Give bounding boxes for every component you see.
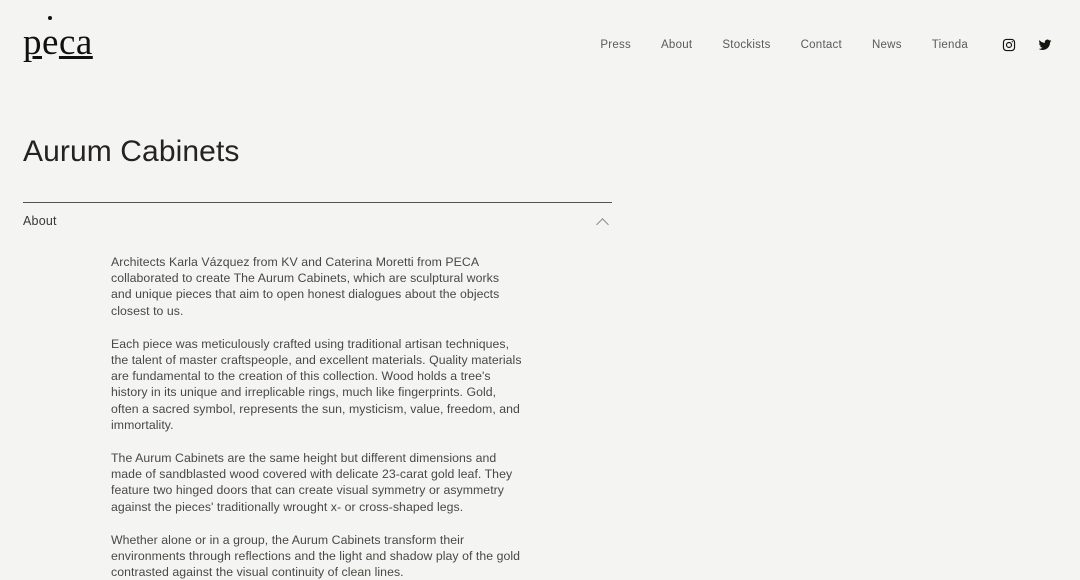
accordion-label: About bbox=[23, 214, 57, 228]
social-links bbox=[1002, 38, 1052, 52]
nav-item-tienda[interactable]: Tienda bbox=[932, 39, 968, 51]
page-title: Aurum Cabinets bbox=[23, 135, 240, 168]
accordion-panel-about: Architects Karla Vázquez from KV and Cat… bbox=[23, 236, 612, 580]
instagram-icon[interactable] bbox=[1002, 38, 1016, 52]
nav-item-contact[interactable]: Contact bbox=[801, 39, 842, 51]
logo-accented-letter: e bbox=[42, 16, 59, 63]
site-header: peca Press About Stockists Contact News … bbox=[0, 0, 1080, 92]
accordion-toggle-about[interactable]: About bbox=[23, 203, 612, 236]
main-navigation: Press About Stockists Contact News Tiend… bbox=[600, 38, 1052, 52]
about-paragraph: The Aurum Cabinets are the same height b… bbox=[111, 451, 513, 514]
about-paragraph: Architects Karla Vázquez from KV and Cat… bbox=[111, 255, 500, 318]
about-paragraph: Whether alone or in a group, the Aurum C… bbox=[111, 532, 521, 580]
about-paragraph: Each piece was meticulously crafted usin… bbox=[111, 336, 522, 432]
chevron-up-icon[interactable] bbox=[597, 215, 610, 228]
twitter-icon[interactable] bbox=[1038, 38, 1052, 52]
logo-text-after: ca bbox=[58, 22, 93, 63]
nav-item-stockists[interactable]: Stockists bbox=[722, 39, 770, 51]
nav-item-news[interactable]: News bbox=[872, 39, 902, 51]
logo-text-before: p bbox=[23, 22, 42, 63]
site-logo[interactable]: peca bbox=[23, 16, 93, 63]
nav-item-press[interactable]: Press bbox=[600, 39, 631, 51]
page-content: Aurum Cabinets About Architects Karla Vá… bbox=[0, 134, 1080, 580]
nav-item-about[interactable]: About bbox=[661, 39, 692, 51]
about-accordion: About Architects Karla Vázquez from KV a… bbox=[23, 202, 612, 580]
